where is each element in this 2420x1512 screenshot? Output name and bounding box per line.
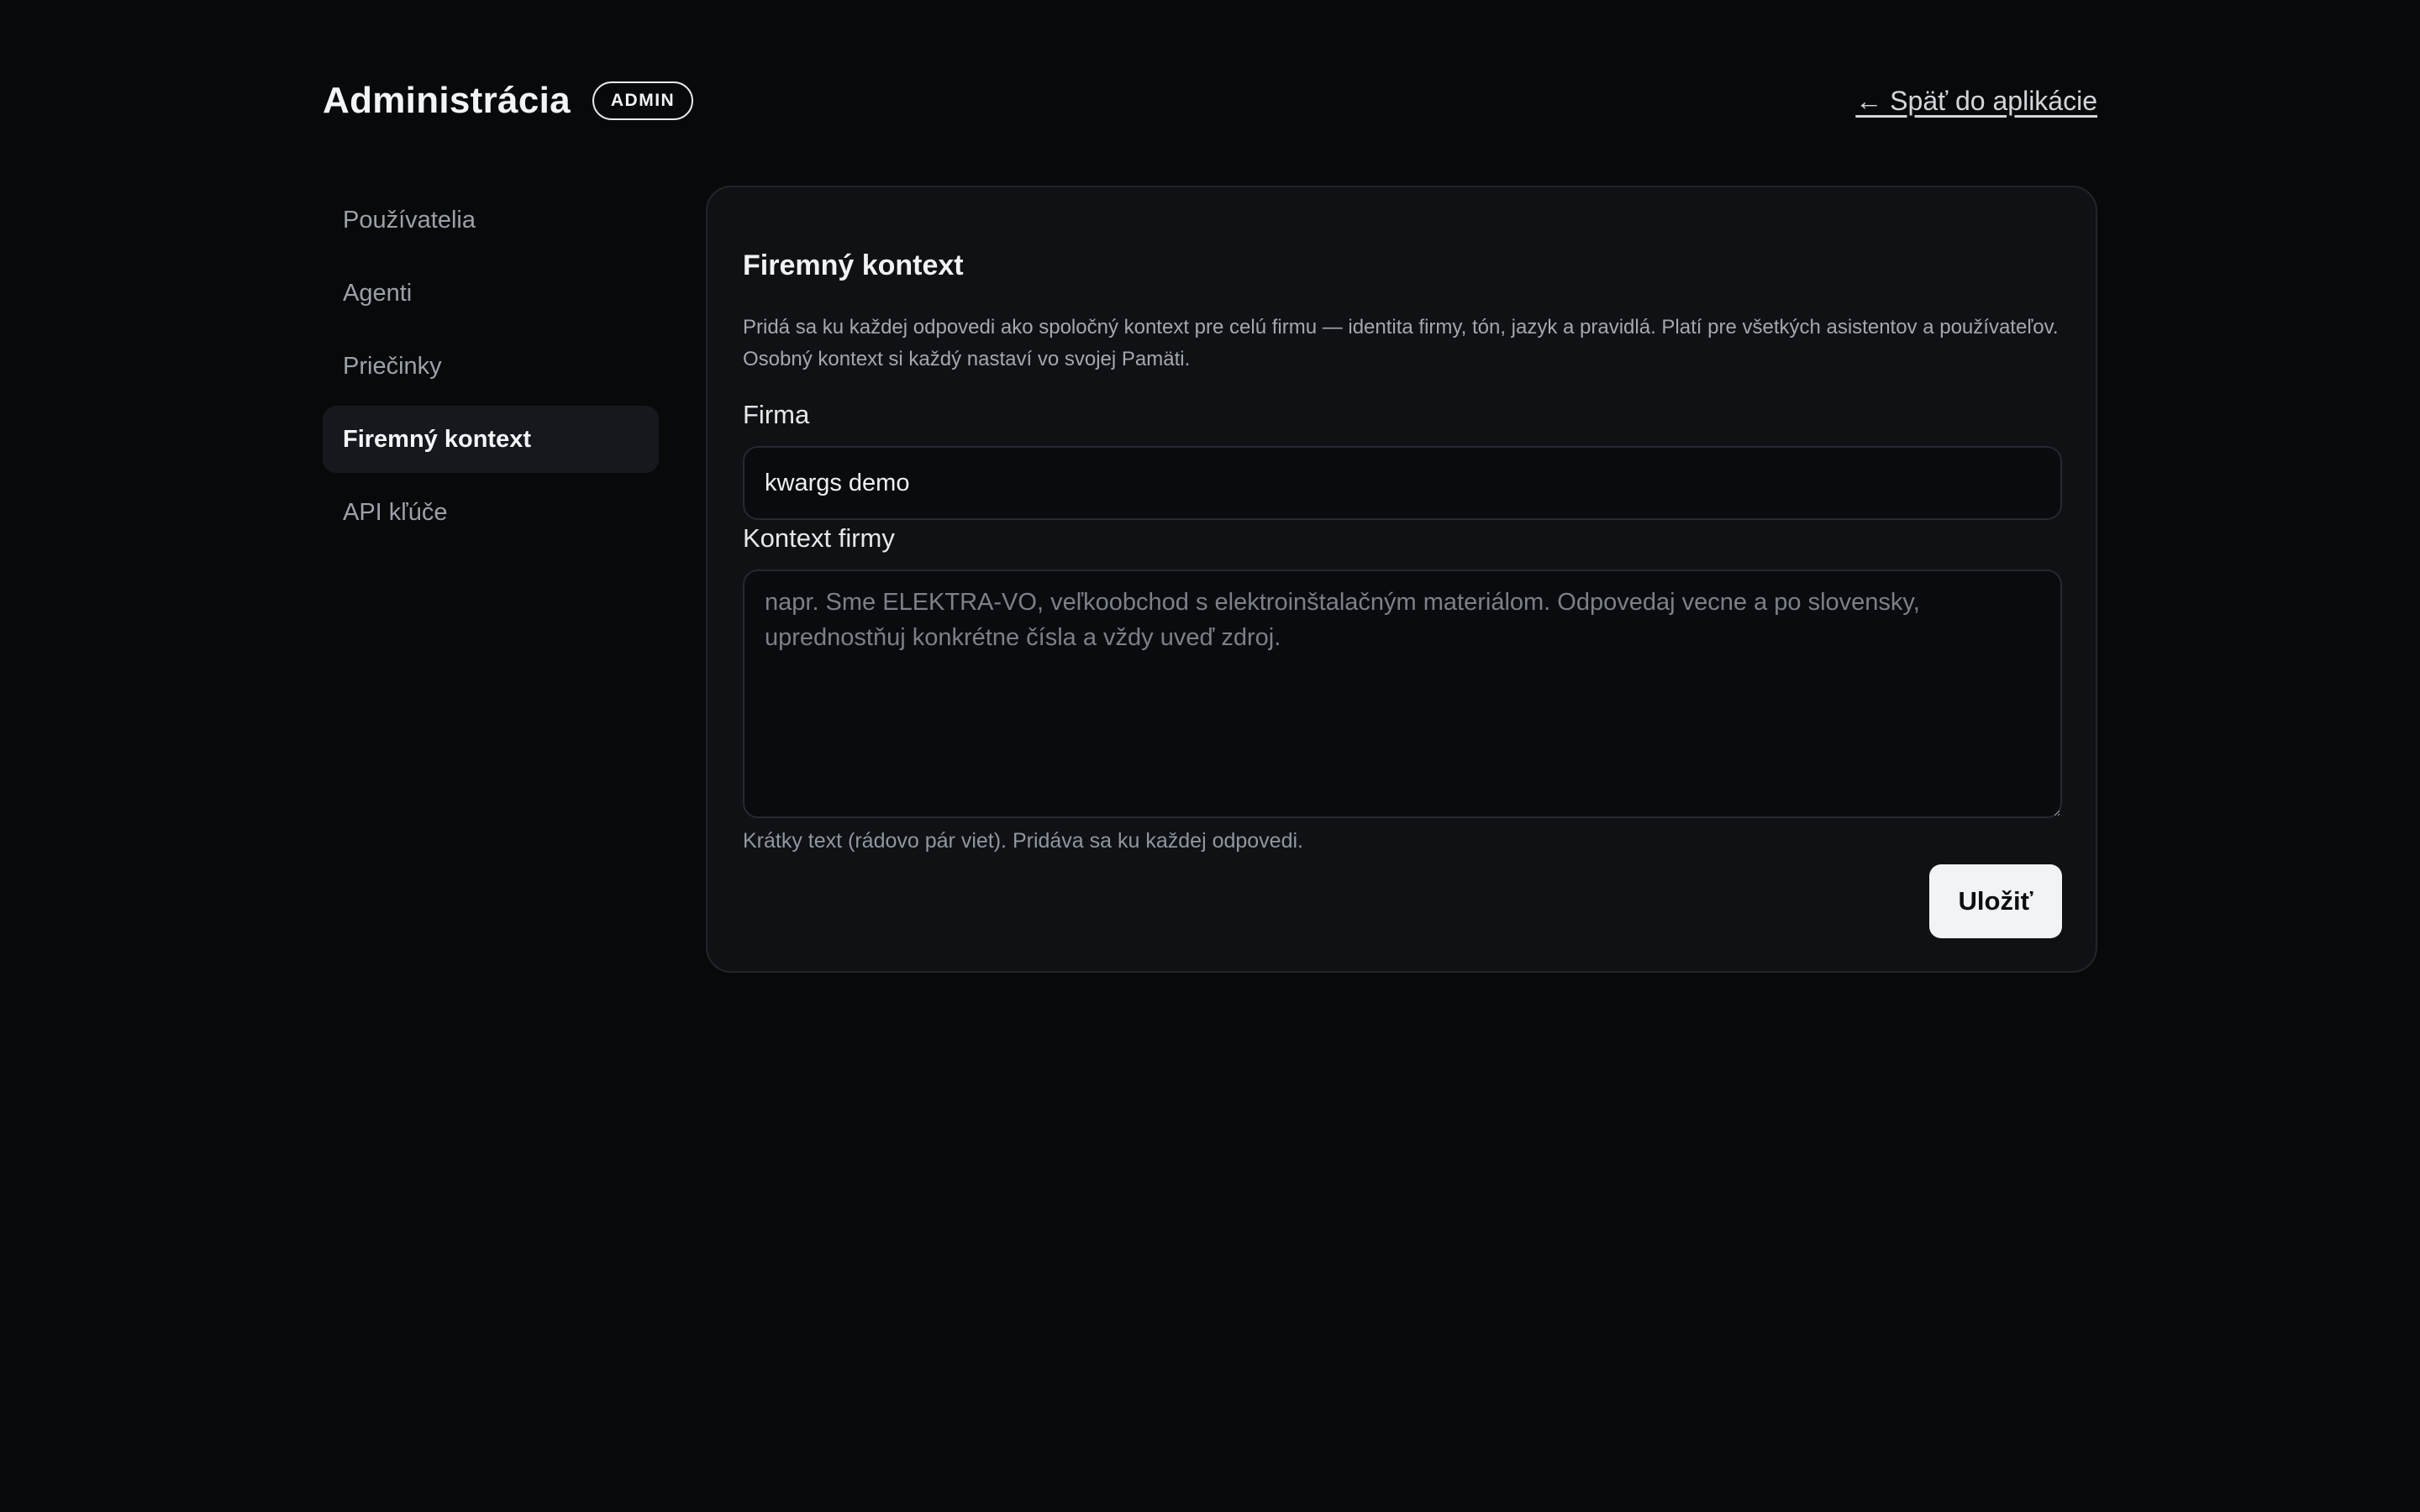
page-title: Administrácia — [323, 80, 571, 121]
card-title: Firemný kontext — [743, 249, 964, 281]
admin-page: Administrácia ADMIN ← Späť do aplikácie … — [0, 0, 2420, 1512]
context-hint: Krátky text (rádovo pár viet). Pridáva s… — [743, 829, 1303, 853]
sidebar-item-users[interactable]: Používatelia — [323, 186, 659, 254]
company-context-textarea[interactable] — [743, 570, 2062, 818]
sidebar: Používatelia Agenti Priečinky Firemný ko… — [323, 186, 659, 552]
admin-badge: ADMIN — [592, 81, 694, 120]
back-to-app-link[interactable]: ← Späť do aplikácie — [1855, 86, 2097, 117]
save-button[interactable]: Uložiť — [1929, 864, 2062, 938]
sidebar-item-company-context[interactable]: Firemný kontext — [323, 406, 659, 473]
company-name-input[interactable] — [743, 446, 2062, 520]
sidebar-item-agents[interactable]: Agenti — [323, 260, 659, 327]
company-context-card: Firemný kontext Pridá sa ku každej odpov… — [706, 186, 2097, 973]
sidebar-item-folders[interactable]: Priečinky — [323, 333, 659, 400]
sidebar-item-api-keys[interactable]: API kľúče — [323, 479, 659, 546]
brand: Administrácia ADMIN — [323, 80, 694, 122]
company-context-label: Kontext firmy — [743, 523, 895, 553]
card-description: Pridá sa ku každej odpovedi ako spoločný… — [743, 316, 2059, 370]
company-name-label: Firma — [743, 400, 810, 429]
header: Administrácia ADMIN ← Späť do aplikácie — [323, 76, 2097, 126]
